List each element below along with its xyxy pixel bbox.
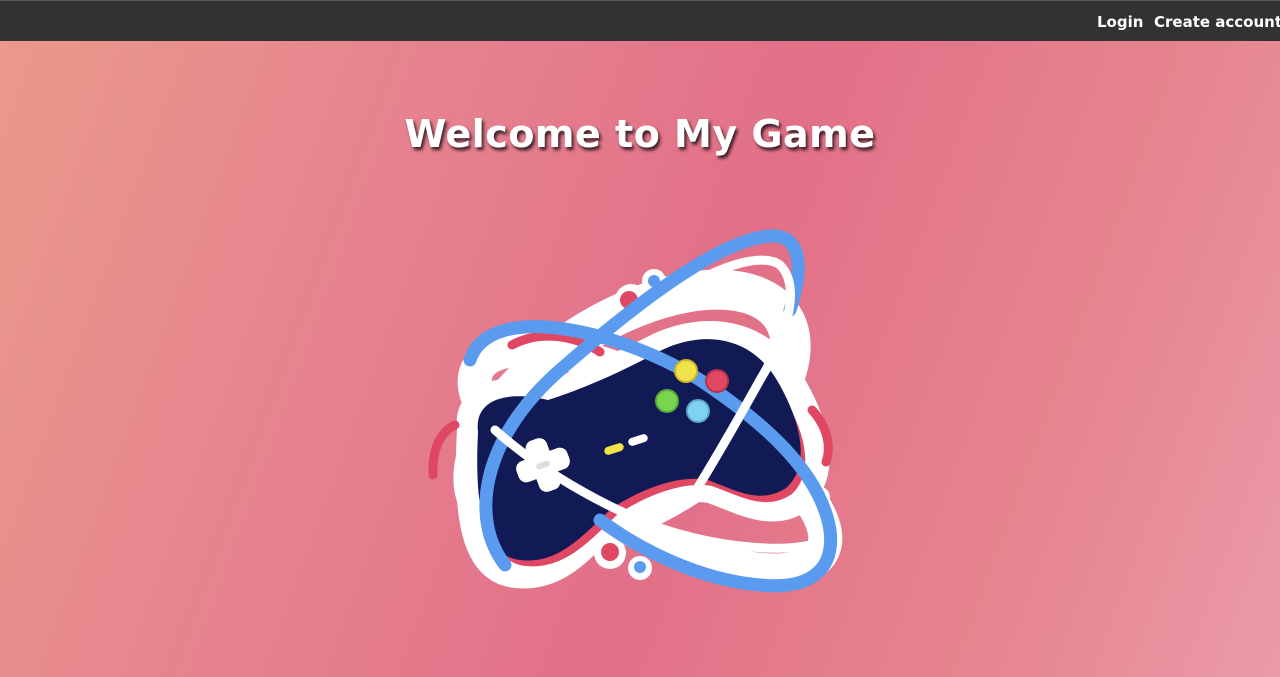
top-nav-bar: Login Create account [0, 0, 1280, 41]
create-account-link[interactable]: Create account [1154, 12, 1280, 32]
gamepad-icon [428, 229, 843, 593]
page-title: Welcome to My Game [404, 112, 876, 156]
login-link[interactable]: Login [1097, 12, 1143, 32]
